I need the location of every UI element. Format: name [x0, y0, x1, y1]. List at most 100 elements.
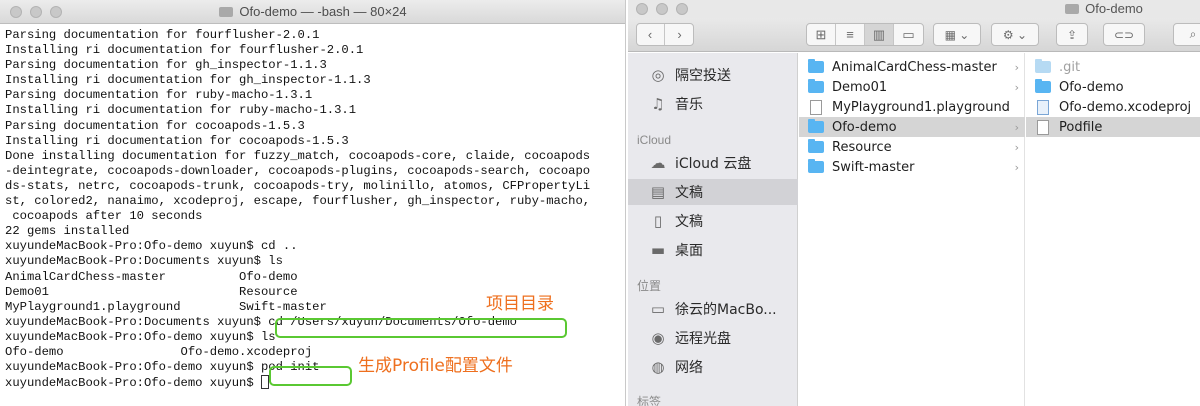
list-item[interactable]: AnimalCardChess-master › [799, 57, 1025, 77]
sidebar-item-music[interactable]: ♫ 音乐 [628, 91, 798, 117]
folder-icon [808, 79, 824, 93]
list-item[interactable]: MyPlayground1.playground [799, 97, 1025, 117]
sidebar-header-tags: 标签 [637, 395, 662, 406]
chevron-right-icon: › [677, 27, 682, 42]
sidebar-item-network[interactable]: ◍ 网络 [628, 354, 798, 380]
share-button[interactable]: ⇪ [1056, 23, 1088, 46]
chevron-right-icon: › [1014, 140, 1019, 154]
list-view-button[interactable]: ≡ [836, 24, 865, 45]
document-icon: ▯ [653, 212, 663, 230]
terminal-line: -deintegrate, cocoapods-downloader, coco… [5, 164, 623, 179]
list-item[interactable]: Resource › [799, 137, 1025, 157]
laptop-icon: ▭ [650, 300, 666, 318]
sidebar-item-documents[interactable]: ▤ 文稿 [628, 179, 798, 205]
terminal-line-text: xuyundeMacBook-Pro:Documents xuyun$ ls [5, 254, 283, 269]
column-view-button[interactable]: ▥ [865, 24, 894, 45]
view-mode-control: ⊞ ≡ ▥ ▭ [806, 23, 924, 46]
chevron-right-icon: › [1014, 160, 1019, 174]
folder-icon [219, 7, 234, 17]
desktop-icon: ▬ [650, 241, 666, 259]
terminal-line-text: Demo01 Resource [5, 284, 298, 299]
terminal-line-text: Installing ri documentation for ruby-mac… [5, 103, 357, 118]
file-icon [1037, 119, 1049, 135]
terminal-line: Installing ri documentation for cocoapod… [5, 134, 623, 149]
folder-icon [808, 139, 824, 153]
sidebar-item-documents-2[interactable]: ▯ 文稿 [628, 208, 798, 234]
list-item[interactable]: Podfile [1026, 117, 1200, 137]
list-item[interactable]: Swift-master › [799, 157, 1025, 177]
terminal-line-text: xuyundeMacBook-Pro:Ofo-demo xuyun$ ls [5, 329, 276, 344]
terminal-line-text: Installing ri documentation for gh_inspe… [5, 73, 371, 88]
search-icon: ⌕ [1189, 27, 1197, 41]
sidebar-item-icloud-drive[interactable]: ☁ iCloud 云盘 [628, 150, 798, 176]
terminal-line-text: Installing ri documentation for cocoapod… [5, 133, 349, 148]
icon-view-button[interactable]: ⊞ [807, 24, 836, 45]
terminal-line-text: MyPlayground1.playground Swift-master [5, 299, 327, 314]
terminal-line: Installing ri documentation for gh_inspe… [5, 73, 623, 88]
terminal-line: xuyundeMacBook-Pro:Documents xuyun$ ls [5, 254, 623, 269]
music-icon: ♫ [651, 95, 665, 113]
tag-icon: ⊂⊃ [1113, 27, 1135, 42]
chevron-left-icon: ‹ [647, 27, 653, 42]
cloud-icon: ☁ [650, 154, 666, 172]
terminal-line: 22 gems installed [5, 224, 623, 239]
terminal-line-text: Parsing documentation for gh_inspector-1… [5, 58, 327, 73]
folder-icon [1035, 79, 1051, 93]
annotation-project-dir: 项目目录 [486, 294, 554, 314]
network-icon: ◍ [651, 358, 665, 376]
terminal-line-text: Ofo-demo Ofo-demo.xcodeproj [5, 344, 313, 359]
back-button[interactable]: ‹ [636, 24, 665, 45]
terminal-line: ds-stats, netrc, cocoapods-trunk, cocoap… [5, 179, 623, 194]
list-item[interactable]: Ofo-demo.xcodeproj [1026, 97, 1200, 117]
finder-title: Ofo-demo [628, 0, 1200, 18]
list-icon: ≡ [846, 27, 854, 42]
gallery-view-button[interactable]: ▭ [894, 24, 923, 45]
action-button[interactable]: ⚙ ⌄ [991, 23, 1039, 46]
finder-column-ofo-demo: .git Ofo-demo Ofo-demo.xcodeproj Podfile [1026, 53, 1200, 406]
terminal-line: Ofo-demo Ofo-demo.xcodeproj [5, 345, 623, 360]
terminal-line: st, colored2, nanaimo, xcodeproj, escape… [5, 194, 623, 209]
annotation-generate-podfile: 生成Profile配置文件 [358, 356, 513, 376]
folder-icon [808, 119, 824, 133]
airdrop-icon: ◎ [651, 66, 665, 84]
list-item[interactable]: Demo01 › [799, 77, 1025, 97]
list-item[interactable]: .git [1026, 57, 1200, 77]
terminal-line: Parsing documentation for fourflusher-2.… [5, 28, 623, 43]
folder-icon [1065, 4, 1080, 14]
terminal-line-text: xuyundeMacBook-Pro:Ofo-demo xuyun$ cd .. [5, 239, 298, 254]
group-button[interactable]: ▦ ⌄ [933, 23, 981, 46]
terminal-line-text: Parsing documentation for fourflusher-2.… [5, 28, 320, 42]
list-item[interactable]: Ofo-demo [1026, 77, 1200, 97]
sidebar-item-desktop[interactable]: ▬ 桌面 [628, 237, 798, 263]
terminal-line-text: Done installing documentation for fuzzy_… [5, 148, 591, 163]
terminal-line: Parsing documentation for gh_inspector-1… [5, 58, 623, 73]
list-item[interactable]: Ofo-demo › [799, 117, 1025, 137]
search-button[interactable]: ⌕ [1173, 23, 1200, 46]
terminal-line-text: Installing ri documentation for fourflus… [5, 43, 364, 58]
sidebar-item-airdrop[interactable]: ◎ 隔空投送 [628, 62, 798, 88]
disc-icon: ◉ [651, 329, 665, 347]
chevron-right-icon: › [1014, 120, 1019, 134]
terminal-line-text: xuyundeMacBook-Pro:Ofo-demo xuyun$ [5, 376, 261, 391]
text-cursor [260, 375, 269, 390]
sidebar-item-remote-disc[interactable]: ◉ 远程光盘 [628, 325, 798, 351]
finder-sidebar: ◎ 隔空投送 ♫ 音乐 iCloud ☁ iCloud 云盘 ▤ 文稿 ▯ 文稿 ▬ 桌面 … [628, 53, 798, 406]
terminal-titlebar: Ofo-demo — -bash — 80×24 [0, 0, 625, 24]
sidebar-item-macbook[interactable]: ▭ 徐云的MacBo... [628, 296, 798, 322]
group-icon: ▦ ⌄ [944, 27, 970, 42]
terminal-line: xuyundeMacBook-Pro:Ofo-demo xuyun$ cd .. [5, 239, 623, 254]
terminal-line-text: Parsing documentation for cocoapods-1.5.… [5, 118, 305, 133]
share-icon: ⇪ [1066, 27, 1078, 42]
chevron-right-icon: › [1014, 80, 1019, 94]
tags-button[interactable]: ⊂⊃ [1103, 23, 1145, 46]
terminal-line: Parsing documentation for ruby-macho-1.3… [5, 88, 623, 103]
folder-icon [808, 59, 824, 73]
terminal-line-text: 22 gems installed [5, 224, 130, 239]
finder-titlebar: Ofo-demo [628, 0, 1200, 18]
playground-icon [810, 99, 822, 115]
terminal-line: AnimalCardChess-master Ofo-demo [5, 270, 623, 285]
forward-button[interactable]: › [665, 24, 694, 45]
finder-window: Ofo-demo ‹ › ⊞ ≡ ▥ ▭ ▦ ⌄ ⚙ ⌄ ⇪ ⊂⊃ ⌕ ◎ 隔空投送… [628, 0, 1200, 406]
gear-icon: ⚙ ⌄ [1002, 27, 1028, 42]
terminal-line: Installing ri documentation for ruby-mac… [5, 103, 623, 118]
